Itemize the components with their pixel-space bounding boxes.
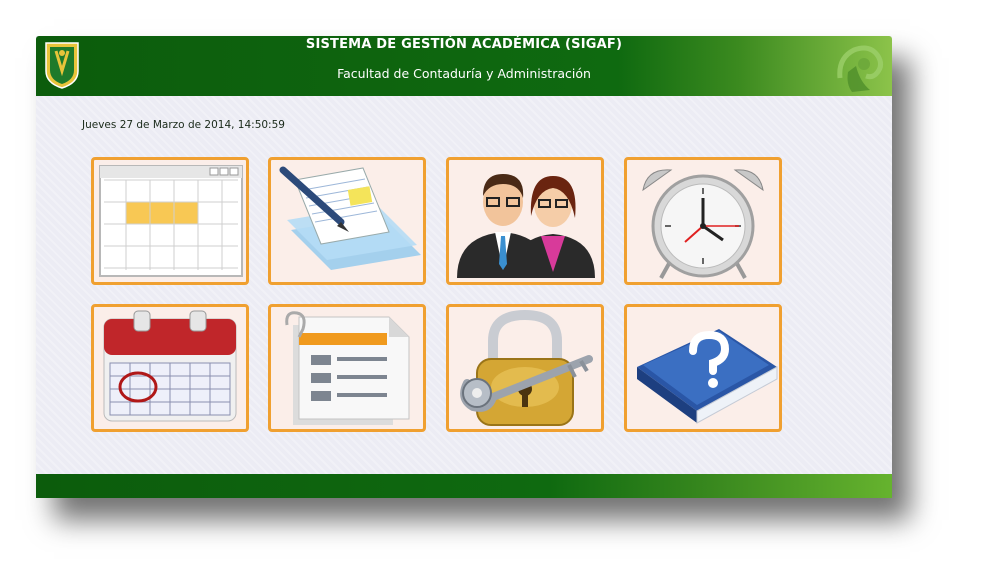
header-bar: SISTEMA DE GESTIÓN ACADÉMICA (SIGAF) Fac…: [36, 36, 892, 96]
report-document-icon: [285, 311, 410, 425]
documents-pen-icon: [279, 166, 421, 270]
padlock-key-icon: [460, 309, 593, 426]
clock-tile[interactable]: [624, 157, 782, 285]
report-tile[interactable]: [268, 304, 426, 432]
page-title: SISTEMA DE GESTIÓN ACADÉMICA (SIGAF): [305, 37, 623, 52]
page-subtitle: Facultad de Contaduría y Administración: [337, 66, 591, 81]
help-book-icon: [637, 329, 778, 424]
users-icon: [457, 174, 595, 278]
calendar-icon: [103, 310, 237, 422]
alarm-clock-icon: [642, 169, 764, 279]
schedule-tile[interactable]: [91, 157, 249, 285]
current-datetime: Jueves 27 de Marzo de 2014, 14:50:59: [82, 119, 285, 131]
ram-mascot-icon: [837, 45, 884, 92]
schedule-grid-icon: [99, 165, 243, 277]
documents-tile[interactable]: [268, 157, 426, 285]
security-tile[interactable]: [446, 304, 604, 432]
footer-bar: [36, 474, 892, 498]
users-tile[interactable]: [446, 157, 604, 285]
help-tile[interactable]: [624, 304, 782, 432]
app-window: SISTEMA DE GESTIÓN ACADÉMICA (SIGAF) Fac…: [36, 36, 892, 498]
calendar-tile[interactable]: [91, 304, 249, 432]
